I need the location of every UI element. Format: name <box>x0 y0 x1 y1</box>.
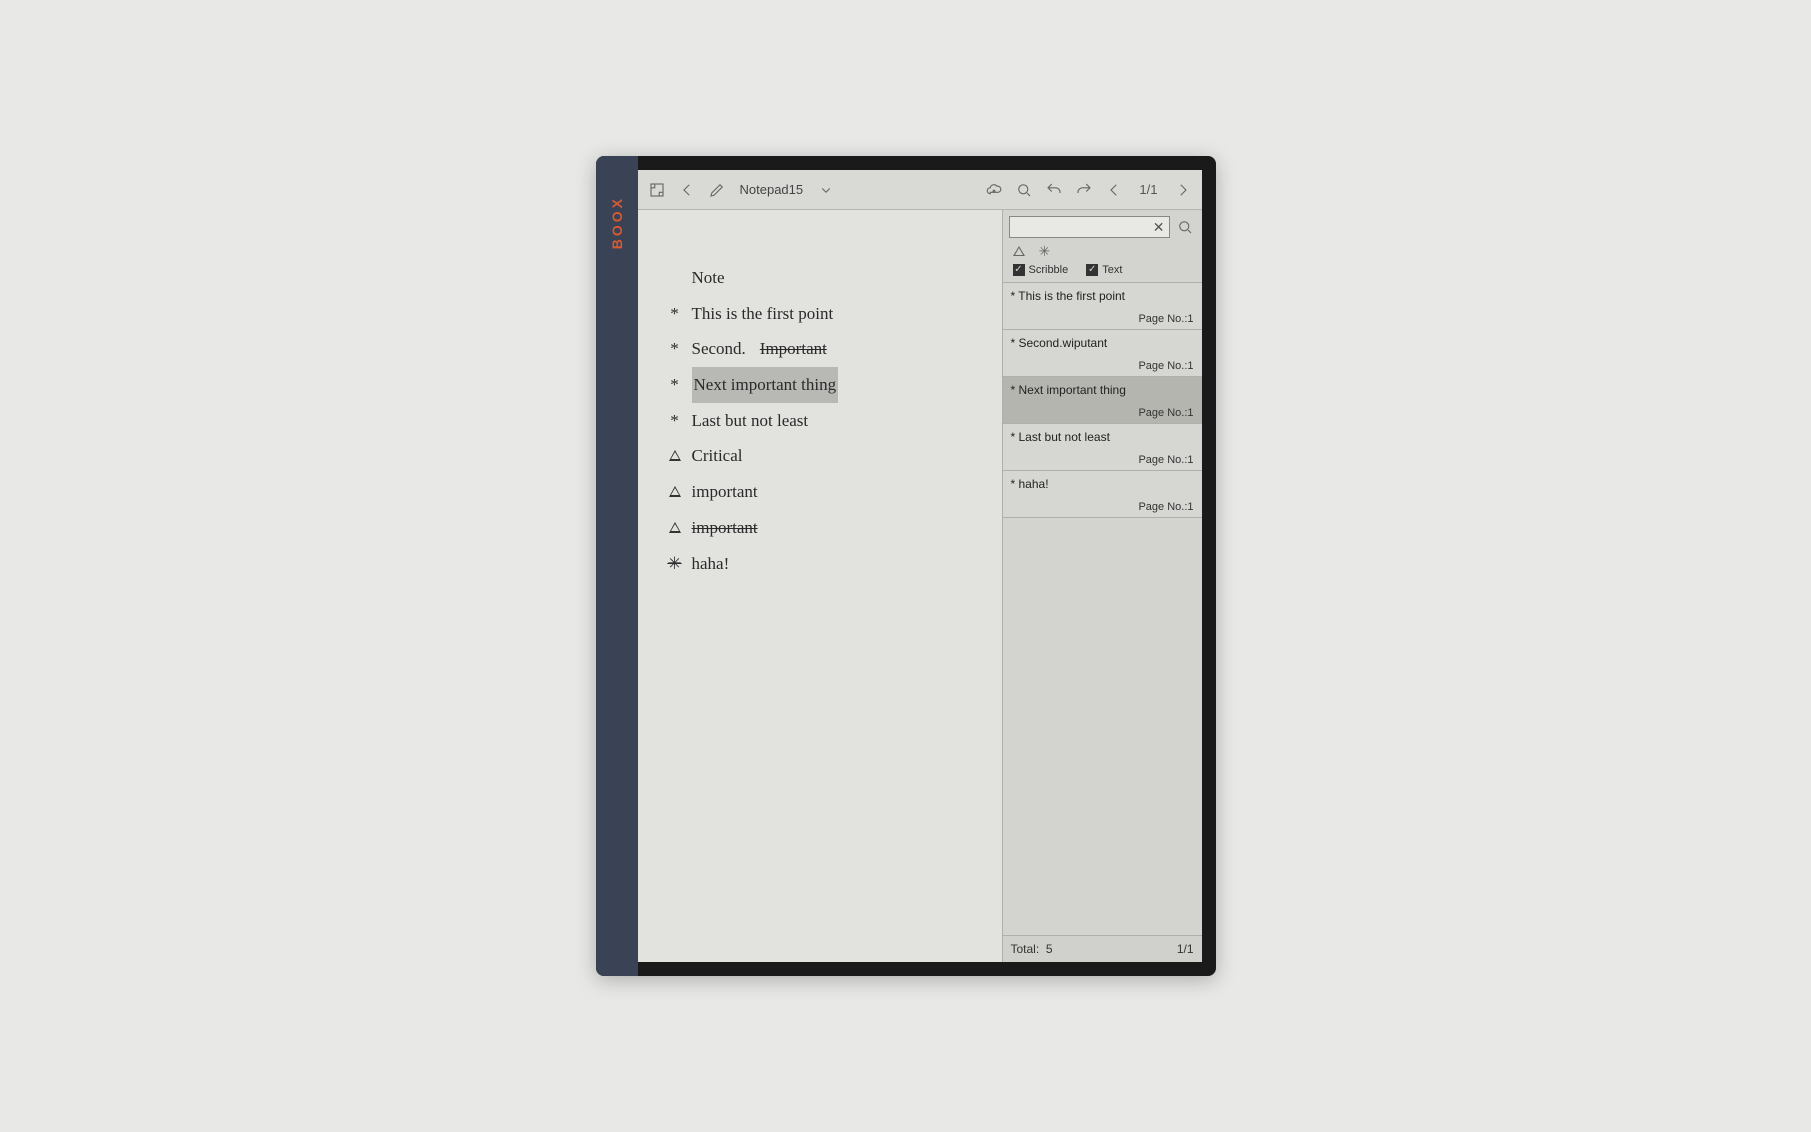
bullet-icon: * <box>666 403 684 439</box>
screen: Notepad15 1/1 <box>638 170 1202 962</box>
note-line[interactable]: ✳haha! <box>666 546 982 582</box>
bullet-icon: * <box>666 367 684 403</box>
search-input[interactable]: ✕ <box>1009 216 1170 238</box>
toolbar: Notepad15 1/1 <box>638 170 1202 210</box>
scribble-checkbox-label: Scribble <box>1029 264 1069 276</box>
prev-page-icon[interactable] <box>1103 179 1125 201</box>
note-line-text: haha! <box>692 546 730 582</box>
search-result-item[interactable]: * This is the first point Page No.:1 <box>1003 283 1202 330</box>
search-footer-page: 1/1 <box>1177 942 1194 956</box>
chevron-down-icon[interactable] <box>815 179 837 201</box>
cloud-sync-icon[interactable] <box>983 179 1005 201</box>
note-line[interactable]: important <box>666 474 982 510</box>
asterisk-filter-icon[interactable]: ✳ <box>1039 246 1051 256</box>
total-value: 5 <box>1046 942 1053 956</box>
note-line-text: important <box>692 510 758 546</box>
fullscreen-icon[interactable] <box>646 179 668 201</box>
clear-search-icon[interactable]: ✕ <box>1153 219 1165 236</box>
device-frame: BOOX Notepad15 <box>596 156 1216 976</box>
note-line[interactable]: *This is the first point <box>666 296 982 332</box>
device-spine: BOOX <box>596 156 638 976</box>
search-result-list: * This is the first pointPage No.:1* Sec… <box>1003 283 1202 935</box>
search-result-item[interactable]: * Last but not least Page No.:1 <box>1003 424 1202 471</box>
note-heading: Note <box>666 260 982 296</box>
search-result-title: * Second.wiputant <box>1011 336 1194 350</box>
bullet-icon: * <box>666 331 684 367</box>
search-result-item[interactable]: * haha! Page No.:1 <box>1003 471 1202 518</box>
redo-icon[interactable] <box>1073 179 1095 201</box>
search-result-item[interactable]: * Second.wiputant Page No.:1 <box>1003 330 1202 377</box>
search-nav-row: ✳ <box>1003 242 1202 260</box>
note-line[interactable]: *Next important thing <box>666 367 982 403</box>
undo-icon[interactable] <box>1043 179 1065 201</box>
search-filters: ✓ Scribble ✓ Text <box>1003 260 1202 283</box>
search-result-title: * This is the first point <box>1011 289 1194 303</box>
note-line[interactable]: Critical <box>666 438 982 474</box>
search-result-item[interactable]: * Next important thing Page No.:1 <box>1003 377 1202 424</box>
note-line[interactable]: important <box>666 510 982 546</box>
note-line-text: This is the first point <box>692 296 834 332</box>
notebook-title[interactable]: Notepad15 <box>740 182 804 197</box>
back-icon[interactable] <box>676 179 698 201</box>
pen-icon[interactable] <box>706 179 728 201</box>
note-line-text: Last but not least <box>692 403 809 439</box>
note-canvas[interactable]: Note *This is the first point*Second.Imp… <box>638 210 1002 962</box>
note-line[interactable]: *Last but not least <box>666 403 982 439</box>
total-label: Total: <box>1011 942 1040 956</box>
text-checkbox[interactable]: ✓ Text <box>1086 264 1122 276</box>
page-indicator[interactable]: 1/1 <box>1139 182 1157 197</box>
note-line-text: Second. <box>692 331 746 367</box>
triangle-filter-icon[interactable] <box>1013 246 1025 256</box>
search-submit-icon[interactable] <box>1174 216 1196 238</box>
bullet-icon <box>666 510 684 546</box>
note-line-text: Next important thing <box>692 367 839 403</box>
scribble-checkbox[interactable]: ✓ Scribble <box>1013 264 1069 276</box>
next-page-icon[interactable] <box>1172 179 1194 201</box>
search-result-page: Page No.:1 <box>1011 407 1194 419</box>
bullet-icon: ✳ <box>666 546 684 582</box>
bullet-icon <box>666 474 684 510</box>
bullet-icon <box>666 438 684 474</box>
search-result-page: Page No.:1 <box>1011 501 1194 513</box>
device-brand: BOOX <box>609 196 625 249</box>
note-line[interactable]: *Second. Important <box>666 331 982 367</box>
search-icon[interactable] <box>1013 179 1035 201</box>
search-footer: Total: 5 1/1 <box>1003 935 1202 962</box>
search-result-page: Page No.:1 <box>1011 313 1194 325</box>
search-panel: ✕ ✳ ✓ Scribble ✓ <box>1002 210 1202 962</box>
note-line-text: Critical <box>692 438 743 474</box>
note-line-strike: Important <box>760 331 827 367</box>
note-line-text: important <box>692 474 758 510</box>
search-result-page: Page No.:1 <box>1011 454 1194 466</box>
text-checkbox-label: Text <box>1102 264 1122 276</box>
search-result-title: * Last but not least <box>1011 430 1194 444</box>
search-result-title: * haha! <box>1011 477 1194 491</box>
search-result-title: * Next important thing <box>1011 383 1194 397</box>
bullet-icon: * <box>666 296 684 332</box>
search-result-page: Page No.:1 <box>1011 360 1194 372</box>
